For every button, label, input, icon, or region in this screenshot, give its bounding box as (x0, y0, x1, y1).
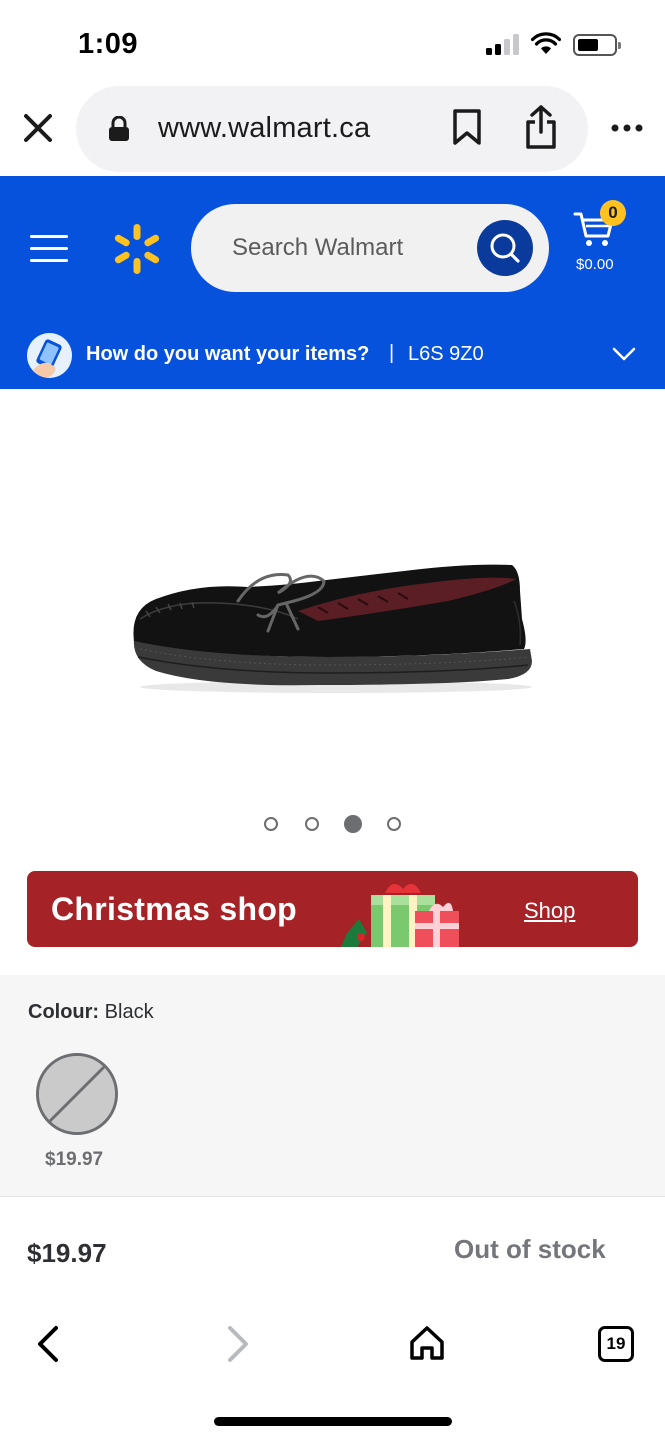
cart-total: $0.00 (576, 256, 614, 273)
forward-arrow-icon[interactable] (222, 1324, 254, 1364)
wifi-icon (531, 32, 561, 54)
colour-label: Colour: Black (28, 1001, 154, 1024)
search-icon (490, 233, 520, 263)
browser-toolbar: www.walmart.ca (0, 86, 665, 176)
banner-title: Christmas shop (51, 891, 298, 927)
battery-icon (573, 34, 621, 56)
product-price: $19.97 (27, 1238, 107, 1268)
gift-boxes-icon (341, 883, 459, 947)
banner-shop-link[interactable]: Shop (524, 898, 575, 924)
stock-status: Out of stock (454, 1234, 606, 1264)
product-image-carousel[interactable] (0, 389, 665, 869)
colour-label-key: Colour: (28, 1001, 100, 1023)
carousel-dot[interactable] (387, 817, 401, 831)
carousel-dot[interactable] (264, 817, 278, 831)
more-icon[interactable] (610, 122, 644, 134)
back-arrow-icon[interactable] (32, 1324, 64, 1364)
delivery-illustration-icon (27, 333, 72, 378)
carousel-indicators (264, 815, 404, 833)
colour-selector: Colour: Black $19.97 (0, 975, 665, 1197)
cart-count-badge: 0 (600, 200, 626, 226)
walmart-spark-logo-icon[interactable] (110, 222, 164, 276)
moccasin-slipper-image (133, 564, 532, 693)
bookmark-icon[interactable] (452, 108, 482, 146)
status-bar: 1:09 (0, 0, 665, 86)
christmas-shop-banner[interactable]: Christmas shop Shop (27, 871, 638, 947)
chevron-down-icon[interactable] (612, 346, 636, 362)
colour-value: Black (104, 1001, 154, 1023)
unavailable-slash-icon (39, 1056, 115, 1132)
search-input[interactable]: Search Walmart (191, 204, 549, 292)
browser-bottom-nav: 19 (0, 1300, 665, 1440)
cart-button[interactable]: 0 $0.00 (566, 200, 636, 280)
search-placeholder: Search Walmart (232, 234, 404, 261)
cellular-signal-icon (486, 34, 519, 55)
address-bar[interactable]: www.walmart.ca (76, 86, 588, 172)
share-icon[interactable] (524, 104, 558, 150)
swatch-price: $19.97 (45, 1149, 104, 1170)
delivery-question: How do you want your items? (86, 343, 370, 365)
hamburger-menu-icon[interactable] (30, 234, 68, 264)
delivery-selector[interactable]: How do you want your items? | L6S 9Z0 (0, 322, 665, 389)
home-icon[interactable] (408, 1324, 446, 1362)
lock-icon (109, 116, 129, 141)
url-text: www.walmart.ca (158, 112, 371, 144)
carousel-dot[interactable] (305, 817, 319, 831)
search-button[interactable] (477, 220, 533, 276)
tabs-button[interactable]: 19 (598, 1326, 634, 1362)
delivery-separator: | (389, 342, 395, 364)
site-header: Search Walmart 0 $0.00 How do you want y… (0, 176, 665, 389)
close-icon[interactable] (20, 110, 56, 146)
sticky-buy-bar: $19.97 Out of stock (0, 1198, 665, 1300)
postal-code: L6S 9Z0 (408, 343, 484, 365)
status-time: 1:09 (78, 28, 139, 60)
carousel-dot-active[interactable] (344, 815, 362, 833)
home-indicator (214, 1417, 452, 1426)
colour-swatch-black[interactable] (36, 1053, 118, 1135)
